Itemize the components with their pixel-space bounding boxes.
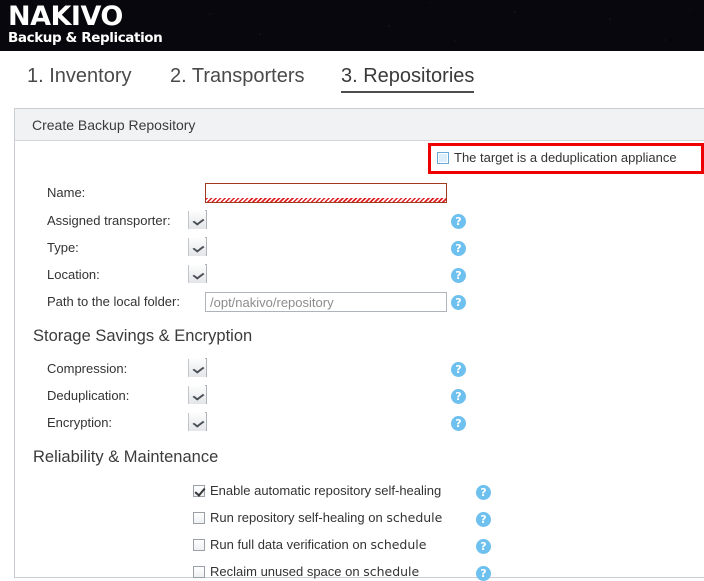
tab-repositories[interactable]: 3. Repositories — [341, 65, 475, 93]
help-icon-location[interactable]: ? — [451, 268, 466, 283]
checkbox-enable-self-healing[interactable] — [193, 485, 205, 497]
tab-inventory[interactable]: 1. Inventory — [27, 65, 132, 91]
path-label: Path to the local folder: — [47, 294, 180, 309]
help-icon-reclaim-space[interactable]: ? — [476, 566, 491, 581]
chevron-down-icon[interactable] — [188, 211, 206, 229]
chevron-down-icon[interactable] — [188, 413, 206, 431]
checkbox-self-healing-on-schedule[interactable] — [193, 512, 205, 524]
field-row-location: Location: Local folder on assigned trans… — [29, 264, 489, 287]
deduplication-select-wrap: Enabled — [188, 385, 207, 404]
schedule-link-self-healing[interactable]: schedule — [386, 510, 442, 525]
panel-body: Name: Assigned transporter: Onboard tran… — [15, 141, 704, 581]
checkbox-label-enable-self-healing: Enable automatic repository self-healing — [210, 483, 442, 498]
path-input-wrap — [205, 292, 447, 312]
help-icon-type[interactable]: ? — [451, 241, 466, 256]
help-icon-path[interactable]: ? — [451, 295, 466, 310]
checkbox-row-reclaim-space[interactable]: Reclaim unused space on schedule — [193, 564, 419, 579]
storage-savings-heading: Storage Savings & Encryption — [33, 327, 253, 345]
checkbox-reclaim-unused-space[interactable] — [193, 566, 205, 578]
tab-transporters[interactable]: 2. Transporters — [170, 65, 305, 91]
chevron-down-icon[interactable] — [188, 386, 206, 404]
checkbox-target-is-deduplication-appliance[interactable] — [437, 152, 449, 164]
panel-title: Create Backup Repository — [15, 109, 704, 141]
compression-label: Compression: — [47, 361, 128, 376]
chevron-down-icon[interactable] — [188, 359, 206, 377]
deduplication-label: Deduplication: — [47, 388, 130, 403]
name-input-wrap — [205, 183, 447, 203]
location-select[interactable]: Local folder on assigned transporte — [188, 264, 207, 283]
logo-wordmark: NAKIVO — [8, 1, 123, 32]
field-row-compression: Compression: Fast ? — [29, 358, 489, 381]
help-icon-full-data-verification[interactable]: ? — [476, 539, 491, 554]
field-row-assigned-transporter: Assigned transporter: Onboard transporte… — [29, 210, 489, 233]
field-row-encryption: Encryption: Disabled ? — [29, 412, 489, 435]
checkbox-row-full-data-verification[interactable]: Run full data verification on schedule — [193, 537, 426, 552]
checkbox-row-self-healing-schedule[interactable]: Run repository self-healing on schedule — [193, 510, 442, 525]
assigned-transporter-select[interactable]: Onboard transporter — [188, 210, 207, 229]
name-input[interactable] — [205, 183, 447, 203]
type-select-wrap: Forever incremental — [188, 237, 207, 256]
encryption-select[interactable]: Disabled — [188, 412, 207, 431]
app-header-bar: NAKIVO Backup & Replication — [0, 0, 704, 51]
location-select-wrap: Local folder on assigned transporte — [188, 264, 207, 283]
type-label: Type: — [47, 240, 79, 255]
type-select[interactable]: Forever incremental — [188, 237, 207, 256]
compression-select-wrap: Fast — [188, 358, 207, 377]
assigned-transporter-label: Assigned transporter: — [47, 213, 171, 228]
checkbox-row-deduplication-appliance[interactable]: The target is a deduplication appliance — [437, 150, 677, 165]
chevron-down-icon[interactable] — [188, 238, 206, 256]
field-row-type: Type: Forever incremental ? — [29, 237, 489, 260]
path-input[interactable] — [205, 292, 447, 312]
help-icon-self-healing[interactable]: ? — [476, 485, 491, 500]
encryption-label: Encryption: — [47, 415, 113, 430]
schedule-link-full-data-verification[interactable]: schedule — [370, 537, 426, 552]
field-row-deduplication: Deduplication: Enabled ? — [29, 385, 489, 408]
field-row-path: Path to the local folder: ? — [29, 292, 489, 314]
encryption-select-wrap: Disabled — [188, 412, 207, 431]
checkbox-full-data-verification[interactable] — [193, 539, 205, 551]
create-backup-repository-panel: Create Backup Repository Name: Assigned … — [14, 108, 704, 581]
nakivo-logo: NAKIVO Backup & Replication — [8, 2, 168, 49]
checkbox-label-reclaim-unused-space: Reclaim unused space on — [210, 564, 364, 579]
assigned-transporter-select-wrap: Onboard transporter — [188, 210, 207, 229]
help-icon-self-healing-schedule[interactable]: ? — [476, 512, 491, 527]
help-icon-compression[interactable]: ? — [451, 362, 466, 377]
checkbox-label-target-is-deduplication-appliance: The target is a deduplication appliance — [454, 150, 677, 165]
help-icon-assigned-transporter[interactable]: ? — [451, 214, 466, 229]
logo-tagline: Backup & Replication — [8, 30, 163, 46]
field-row-name: Name: — [29, 183, 489, 205]
name-label: Name: — [47, 185, 86, 200]
reliability-maintenance-heading: Reliability & Maintenance — [33, 448, 219, 466]
checkbox-label-self-healing-on-schedule: Run repository self-healing on — [210, 510, 387, 525]
checkbox-row-self-healing[interactable]: Enable automatic repository self-healing — [193, 483, 441, 498]
schedule-link-reclaim-space[interactable]: schedule — [363, 564, 419, 579]
checkbox-label-full-data-verification: Run full data verification on — [210, 537, 371, 552]
chevron-down-icon[interactable] — [188, 265, 206, 283]
location-label: Location: — [47, 267, 100, 282]
deduplication-select[interactable]: Enabled — [188, 385, 207, 404]
compression-select[interactable]: Fast — [188, 358, 207, 377]
help-icon-encryption[interactable]: ? — [451, 416, 466, 431]
help-icon-deduplication[interactable]: ? — [451, 389, 466, 404]
wizard-tab-bar: 1. Inventory 2. Transporters 3. Reposito… — [0, 51, 704, 102]
